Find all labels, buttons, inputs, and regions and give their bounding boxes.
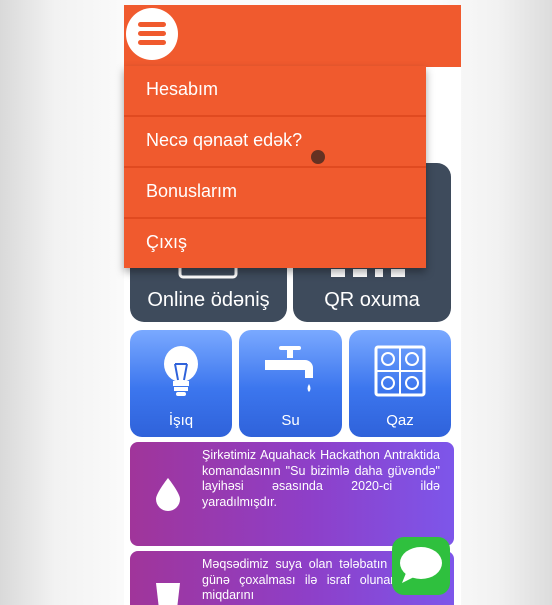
info-card-text: Şirkətimiz Aquahack Hackathon Antraktida… xyxy=(202,448,440,509)
menu-item-account[interactable]: Hesabım xyxy=(124,66,426,117)
menu-item-bonuses[interactable]: Bonuslarım xyxy=(124,168,426,219)
dropdown-menu: Hesabım Necə qənaət edək? Bonuslarım Çıx… xyxy=(124,66,426,268)
gas-stove-icon xyxy=(374,345,426,397)
water-drop-icon xyxy=(156,478,180,511)
chat-button[interactable] xyxy=(392,537,450,595)
info-card: Şirkətimiz Aquahack Hackathon Antraktida… xyxy=(130,442,454,546)
qr-scan-label: QR oxuma xyxy=(324,289,420,311)
hamburger-icon-line xyxy=(138,31,166,36)
water-label: Su xyxy=(281,412,300,429)
online-payment-label: Online ödəniş xyxy=(147,289,270,311)
touch-cursor xyxy=(311,150,325,164)
light-bulb-icon xyxy=(164,346,198,396)
chat-bubble-icon xyxy=(400,547,442,583)
electricity-tile[interactable]: İşıq xyxy=(130,330,232,437)
menu-button[interactable] xyxy=(126,8,178,60)
hamburger-icon-line xyxy=(138,22,166,27)
menu-item-how-to-save[interactable]: Necə qənaət edək? xyxy=(124,117,426,168)
glass-icon xyxy=(156,583,180,605)
hamburger-icon-line xyxy=(138,40,166,45)
water-tile[interactable]: Su xyxy=(239,330,342,437)
menu-item-logout[interactable]: Çıxış xyxy=(124,219,426,268)
electricity-label: İşıq xyxy=(168,412,194,429)
gas-tile[interactable]: Qaz xyxy=(349,330,451,437)
water-tap-icon xyxy=(264,346,313,392)
app-header xyxy=(124,5,461,67)
gas-label: Qaz xyxy=(386,412,414,429)
